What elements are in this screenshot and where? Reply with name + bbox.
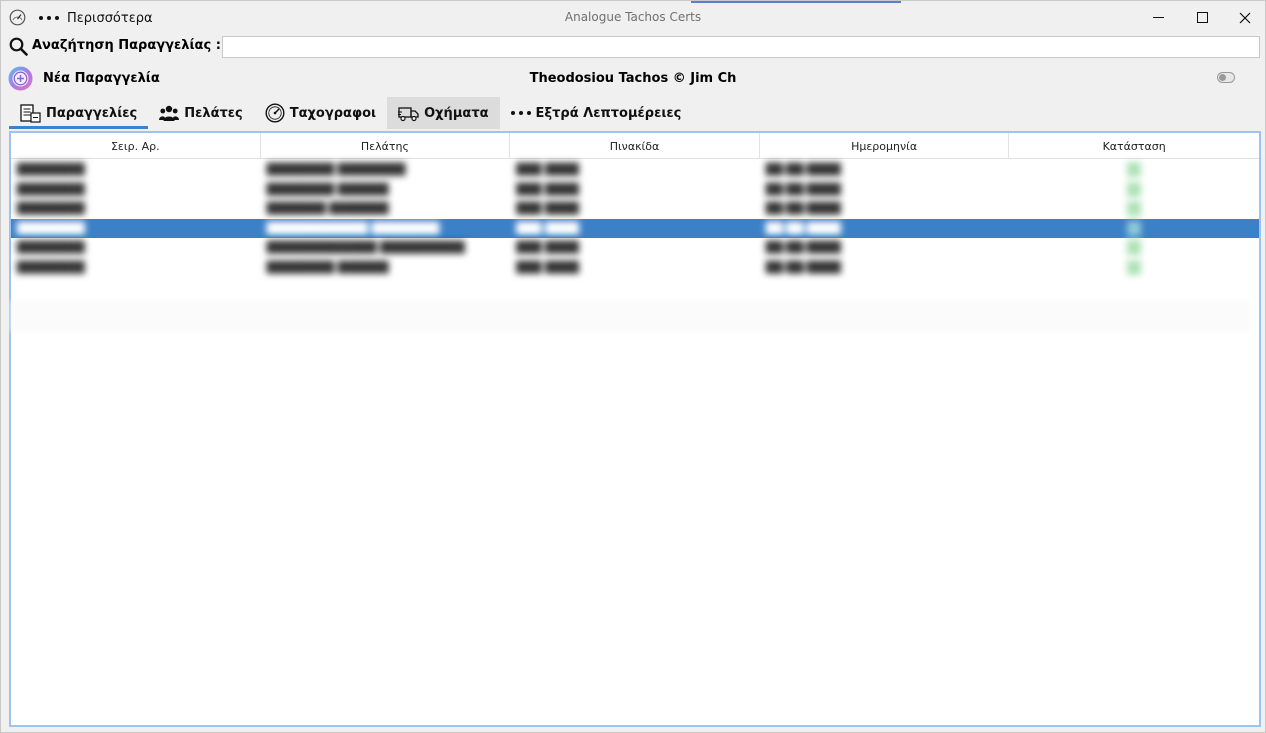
status-indicator bbox=[1127, 201, 1142, 217]
minimize-button[interactable] bbox=[1136, 1, 1180, 34]
toggle-knob bbox=[1219, 74, 1226, 81]
tab-extra-details[interactable]: Εξτρά Λεπτομέρειες bbox=[500, 97, 693, 129]
table-row[interactable]: ████████ ████████ ██████ ███ ████ ██/██/███… bbox=[11, 180, 1259, 200]
theme-toggle[interactable] bbox=[1217, 72, 1235, 83]
status-indicator bbox=[1127, 259, 1142, 275]
cell-status bbox=[1009, 160, 1259, 180]
tab-customers[interactable]: Πελάτες bbox=[148, 97, 254, 129]
app-window: Περισσότερα Analogue Tachos Certs Αναζήτ… bbox=[0, 0, 1266, 733]
cell-plate: ███ ████ bbox=[516, 221, 579, 235]
cell-plate: ███ ████ bbox=[516, 163, 579, 177]
cell-date: ██/██/████ bbox=[765, 202, 841, 216]
tab-tachographs-label: Ταχογραφοι bbox=[289, 105, 377, 121]
search-label: Αναζήτηση Παραγγελίας : bbox=[32, 38, 221, 53]
cell-status bbox=[1009, 199, 1259, 219]
table-row[interactable]: ████████ ████████ ██████ ███ ████ ██/██/███… bbox=[11, 258, 1259, 278]
cell-customer: ███████ ███████ bbox=[266, 202, 389, 216]
column-header-plate[interactable]: Πινακίδα bbox=[510, 133, 760, 159]
table-row[interactable]: ████████ ████████████ ████████ ███ ████ ██/… bbox=[11, 218, 1259, 239]
new-order-button[interactable]: Νέα Παραγγελία bbox=[8, 65, 160, 91]
orders-icon bbox=[20, 103, 41, 123]
cell-status bbox=[1009, 180, 1259, 200]
cell-plate: ███ ████ bbox=[516, 202, 579, 216]
tab-vehicles-label: Οχήματα bbox=[424, 105, 489, 121]
more-dots-icon bbox=[39, 16, 59, 20]
search-row: Αναζήτηση Παραγγελίας : bbox=[9, 36, 1261, 58]
table-header: Σειρ. Αρ. Πελάτης Πινακίδα Ημερομηνία Κα… bbox=[11, 133, 1259, 159]
cell-status bbox=[1009, 219, 1259, 239]
new-order-label: Νέα Παραγγελία bbox=[43, 70, 160, 86]
cell-date: ██/██/████ bbox=[765, 182, 841, 196]
cell-customer: ████████ ██████ bbox=[266, 260, 389, 274]
maximize-icon bbox=[1196, 12, 1208, 23]
cell-plate: ███ ████ bbox=[516, 241, 579, 255]
cell-plate: ███ ████ bbox=[516, 182, 579, 196]
more-dots-icon bbox=[510, 111, 531, 115]
more-menu-label: Περισσότερα bbox=[67, 10, 153, 26]
cell-serial: ████████ bbox=[17, 221, 85, 235]
copyright-caption: Theodosiou Tachos © Jim Ch bbox=[529, 71, 737, 86]
cell-customer: ████████████ ████████ bbox=[266, 221, 440, 235]
cell-date: ██/██/████ bbox=[765, 163, 841, 177]
maximize-button[interactable] bbox=[1180, 1, 1224, 34]
cell-customer: ████████ ████████ bbox=[266, 163, 406, 177]
cell-serial: ████████ bbox=[17, 260, 85, 274]
tab-extra-details-label: Εξτρά Λεπτομέρειες bbox=[535, 105, 682, 121]
close-button[interactable] bbox=[1223, 1, 1266, 34]
cell-customer: ████████ ██████ bbox=[266, 182, 389, 196]
table-row[interactable]: ████████ ████████ ████████ ███ ████ ██/██/█… bbox=[11, 160, 1259, 180]
tab-vehicles[interactable]: Οχήματα bbox=[387, 97, 500, 129]
table-body: ████████ ████████ ████████ ███ ████ ██/██/█… bbox=[11, 160, 1259, 277]
truck-icon bbox=[398, 106, 419, 121]
cell-date: ██/██/████ bbox=[765, 221, 841, 235]
table-row[interactable]: ████████ █████████████ ██████████ ███ ████… bbox=[11, 238, 1259, 258]
cell-date: ██/██/████ bbox=[765, 260, 841, 274]
more-menu-button[interactable]: Περισσότερα bbox=[39, 8, 153, 28]
cell-status bbox=[1009, 238, 1259, 258]
title-bar: Περισσότερα Analogue Tachos Certs bbox=[1, 1, 1265, 34]
column-header-status[interactable]: Κατάσταση bbox=[1009, 133, 1259, 159]
cell-plate: ███ ████ bbox=[516, 260, 579, 274]
orders-table: Σειρ. Αρ. Πελάτης Πινακίδα Ημερομηνία Κα… bbox=[9, 131, 1261, 727]
table-body-fade bbox=[11, 301, 1251, 331]
tab-orders-label: Παραγγελίες bbox=[46, 105, 138, 121]
tab-tachographs[interactable]: Ταχογραφοι bbox=[254, 97, 387, 129]
cell-serial: ████████ bbox=[17, 182, 85, 196]
window-title: Analogue Tachos Certs bbox=[564, 10, 702, 24]
status-indicator bbox=[1127, 240, 1142, 256]
cell-status bbox=[1009, 258, 1259, 278]
column-header-customer[interactable]: Πελάτης bbox=[261, 133, 511, 159]
tachograph-icon bbox=[265, 103, 285, 123]
users-icon bbox=[159, 105, 180, 121]
cell-customer: █████████████ ██████████ bbox=[266, 241, 465, 255]
table-row[interactable]: ████████ ███████ ███████ ███ ████ ██/██/███… bbox=[11, 199, 1259, 219]
close-icon bbox=[1239, 12, 1251, 23]
search-icon bbox=[9, 37, 28, 56]
minimize-icon bbox=[1152, 17, 1164, 18]
tab-customers-label: Πελάτες bbox=[184, 105, 243, 121]
cell-serial: ████████ bbox=[17, 241, 85, 255]
speedometer-icon bbox=[9, 9, 26, 26]
cell-date: ██/██/████ bbox=[765, 241, 841, 255]
cell-serial: ████████ bbox=[17, 202, 85, 216]
tab-bar: Παραγγελίες Πελάτες Ταχογραφοι Οχήματα Ε… bbox=[9, 97, 692, 129]
add-circle-icon bbox=[8, 66, 33, 91]
status-indicator bbox=[1127, 162, 1142, 178]
status-indicator bbox=[1127, 220, 1142, 236]
status-indicator bbox=[1127, 181, 1142, 197]
search-input[interactable] bbox=[222, 36, 1260, 58]
column-header-date[interactable]: Ημερομηνία bbox=[760, 133, 1010, 159]
column-header-serial[interactable]: Σειρ. Αρ. bbox=[11, 133, 261, 159]
tab-orders[interactable]: Παραγγελίες bbox=[9, 97, 149, 129]
cell-serial: ████████ bbox=[17, 163, 85, 177]
